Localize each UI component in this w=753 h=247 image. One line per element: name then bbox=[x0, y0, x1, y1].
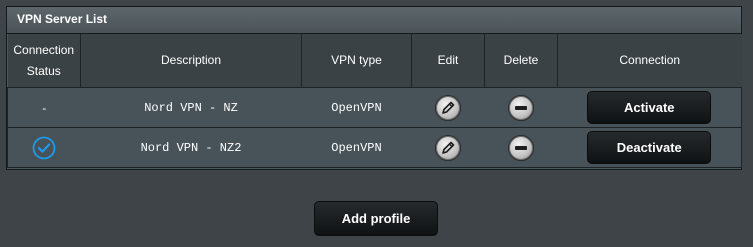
vpn-type: OpenVPN bbox=[331, 101, 382, 115]
vpn-type: OpenVPN bbox=[331, 141, 382, 155]
connection-status-cell bbox=[7, 127, 81, 168]
delete-cell bbox=[484, 87, 558, 128]
column-header-description: Description bbox=[80, 34, 302, 88]
table-header-row: Connection Status Description VPN type E… bbox=[7, 34, 742, 88]
vpn-description: Nord VPN - NZ bbox=[144, 101, 238, 115]
column-header-status-line2: Status bbox=[26, 63, 61, 78]
vpn-server-list-panel: VPN Server List Connection Status Descri… bbox=[6, 6, 742, 170]
edit-button[interactable] bbox=[435, 94, 461, 121]
table-row: - Nord VPN - NZ OpenVPN Activate bbox=[7, 87, 742, 128]
minus-circle-icon bbox=[515, 145, 527, 150]
vpn-type-cell: OpenVPN bbox=[301, 87, 412, 128]
panel-title: VPN Server List bbox=[7, 7, 741, 34]
column-header-delete: Delete bbox=[484, 34, 558, 88]
column-header-vpn-type: VPN type bbox=[301, 34, 412, 88]
add-profile-button[interactable]: Add profile bbox=[314, 201, 438, 236]
deactivate-button[interactable]: Deactivate bbox=[587, 131, 712, 164]
connection-status-cell: - bbox=[7, 87, 81, 128]
column-header-connection-status: Connection Status bbox=[7, 34, 81, 88]
vpn-description: Nord VPN - NZ2 bbox=[140, 141, 242, 155]
pencil-icon bbox=[442, 101, 455, 114]
connection-cell: Activate bbox=[557, 87, 742, 128]
edit-cell bbox=[411, 87, 485, 128]
delete-button[interactable] bbox=[508, 134, 534, 161]
connection-cell: Deactivate bbox=[557, 127, 742, 168]
description-cell: Nord VPN - NZ2 bbox=[80, 127, 302, 168]
column-header-status-line1: Connection bbox=[13, 42, 75, 57]
delete-button[interactable] bbox=[508, 94, 534, 121]
description-cell: Nord VPN - NZ bbox=[80, 87, 302, 128]
vpn-type-cell: OpenVPN bbox=[301, 127, 412, 168]
table-row: Nord VPN - NZ2 OpenVPN Deactivate bbox=[7, 127, 742, 168]
edit-cell bbox=[411, 127, 485, 168]
delete-cell bbox=[484, 127, 558, 168]
pencil-icon bbox=[442, 141, 455, 154]
vpn-server-table: Connection Status Description VPN type E… bbox=[7, 34, 742, 168]
status-text: - bbox=[42, 100, 47, 115]
column-header-edit: Edit bbox=[411, 34, 485, 88]
check-circle-icon bbox=[32, 136, 56, 159]
column-header-connection: Connection bbox=[557, 34, 742, 88]
edit-button[interactable] bbox=[435, 134, 461, 161]
activate-button[interactable]: Activate bbox=[587, 91, 712, 124]
minus-circle-icon bbox=[515, 105, 527, 110]
